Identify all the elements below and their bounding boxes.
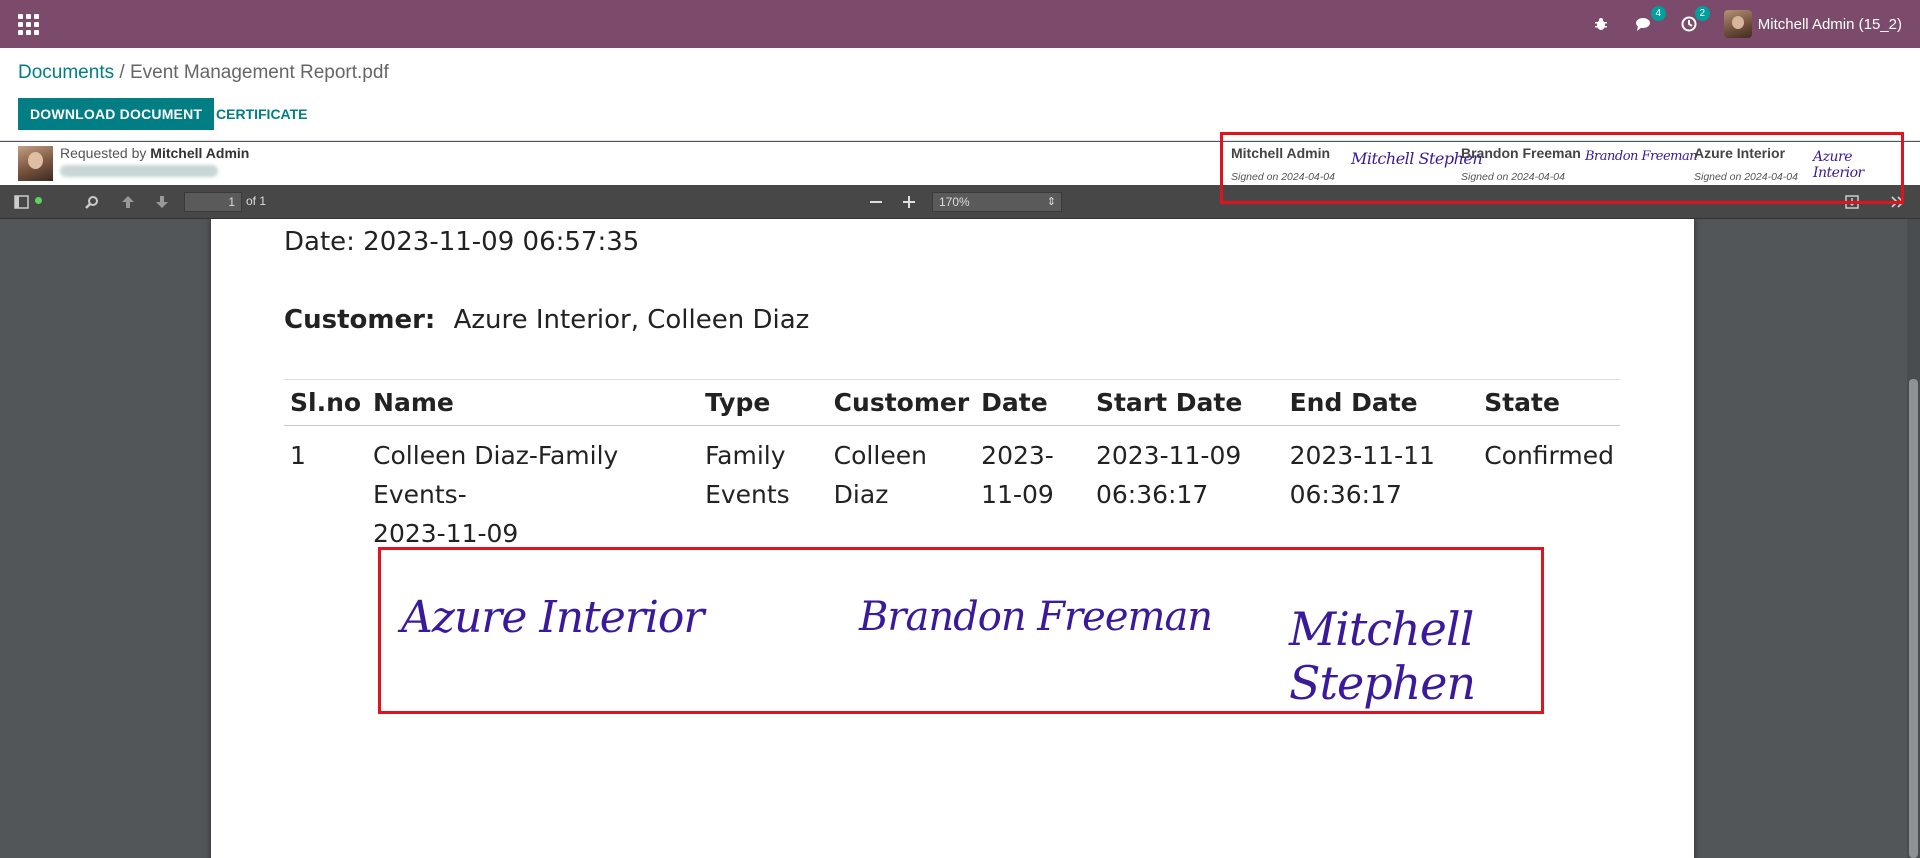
customer-value: Azure Interior, Colleen Diaz — [453, 305, 810, 335]
cell-line: Family — [705, 441, 786, 470]
cell-line: Colleen Diaz-Family Events- — [373, 441, 619, 509]
user-menu[interactable]: Mitchell Admin (15_2) — [1723, 10, 1902, 38]
table-header-row: Sl.no Name Type Customer Date Start Date… — [284, 379, 1620, 426]
signers-highlight-box: Mitchell Admin Signed on 2024-04-04 Mitc… — [1220, 132, 1904, 204]
blurred-email — [60, 165, 218, 177]
column-header: Type — [699, 379, 828, 426]
customer-label: Customer: — [284, 305, 436, 335]
signature-brandon-freeman: Brandon Freeman — [859, 594, 1213, 640]
apps-grid-icon[interactable] — [16, 12, 39, 35]
cell-line: 11-09 — [981, 480, 1054, 509]
bug-icon[interactable] — [1592, 15, 1610, 33]
top-navbar: 4 2 Mitchell Admin (15_2) — [0, 0, 1920, 48]
certificate-button[interactable]: CERTIFICATE — [204, 98, 320, 130]
signer-item: Azure Interior Signed on 2024-04-04 — [1694, 145, 1798, 183]
next-page-icon[interactable] — [152, 192, 172, 212]
pdf-viewer[interactable]: Date: 2023-11-09 06:57:35 Customer: Azur… — [0, 219, 1920, 858]
messages-count-badge: 4 — [1650, 6, 1666, 21]
pdf-page: Date: 2023-11-09 06:57:35 Customer: Azur… — [211, 219, 1694, 858]
table-row: 1 Colleen Diaz-Family Events- 2023-11-09 … — [284, 426, 1620, 562]
cell-end-date: 2023-11-11 06:36:17 — [1284, 426, 1479, 562]
chat-icon[interactable]: 4 — [1636, 6, 1666, 33]
signer-item: Brandon Freeman Signed on 2024-04-04 — [1461, 145, 1581, 183]
cell-start-date: 2023-11-09 06:36:17 — [1090, 426, 1284, 562]
navbar-systray: 4 2 Mitchell Admin (15_2) — [1592, 0, 1902, 48]
activities-count-badge: 2 — [1694, 6, 1710, 21]
cell-customer: Colleen Diaz — [828, 426, 976, 562]
signer-name: Azure Interior — [1694, 145, 1786, 161]
cell-line: Colleen — [833, 441, 927, 470]
notification-dot — [35, 197, 42, 204]
sidebar-toggle-icon[interactable] — [11, 192, 42, 212]
zoom-in-icon[interactable] — [899, 192, 919, 212]
signer-signature: Brandon Freeman — [1585, 149, 1698, 164]
column-header: Start Date — [1089, 379, 1284, 426]
column-header: Name — [367, 379, 700, 426]
cell-type: Family Events — [699, 426, 828, 562]
previous-page-icon[interactable] — [118, 192, 138, 212]
breadcrumb-documents-link[interactable]: Documents — [18, 62, 114, 83]
requester-name: Mitchell Admin — [150, 145, 250, 161]
scrollbar-thumb[interactable] — [1909, 379, 1918, 858]
cell-name: Colleen Diaz-Family Events- 2023-11-09 — [367, 426, 699, 562]
viewer-scrollbar[interactable] — [1907, 219, 1920, 858]
signer-item: Mitchell Admin Signed on 2024-04-04 — [1231, 145, 1335, 183]
search-icon[interactable] — [82, 192, 102, 212]
column-header: End Date — [1283, 379, 1479, 426]
cell-line: 2023-11-11 — [1289, 441, 1435, 470]
signer-date: Signed on 2024-04-04 — [1461, 171, 1565, 183]
page-number-input[interactable]: 1 — [184, 192, 242, 212]
document-date: Date: 2023-11-09 06:57:35 — [284, 227, 640, 257]
requester-avatar — [18, 146, 53, 181]
signature-azure-interior: Azure Interior — [401, 592, 704, 643]
cell-line: 2023-11-09 — [1095, 441, 1242, 470]
signer-date: Signed on 2024-04-04 — [1694, 171, 1798, 183]
signer-date: Signed on 2024-04-04 — [1231, 171, 1335, 183]
cell-line: 2023- — [981, 441, 1054, 470]
signature-mitchell-stephen: Mitchell Stephen — [1289, 602, 1476, 710]
avatar — [1723, 10, 1752, 38]
column-header: State — [1478, 379, 1620, 426]
signer-name: Mitchell Admin — [1231, 145, 1331, 161]
column-header: Customer — [827, 379, 976, 426]
document-customer: Customer: Azure Interior, Colleen Diaz — [284, 305, 809, 335]
page-total: of 1 — [246, 194, 267, 208]
cell-date: 2023- 11-09 — [975, 426, 1090, 562]
signer-signature: Azure Interior — [1813, 149, 1864, 181]
breadcrumb-separator: / — [119, 62, 125, 83]
column-header: Sl.no — [284, 379, 368, 426]
signer-name: Brandon Freeman — [1461, 145, 1581, 161]
clock-icon[interactable]: 2 — [1680, 6, 1710, 33]
cell-line: 06:36:17 — [1289, 480, 1402, 509]
cell-line: Events — [705, 480, 790, 509]
column-header: Date — [975, 379, 1090, 426]
events-table: Sl.no Name Type Customer Date Start Date… — [284, 379, 1620, 561]
zoom-select[interactable]: 170% — [932, 192, 1062, 212]
signatures-highlight-box: Azure Interior Brandon Freeman Mitchell … — [378, 547, 1544, 714]
requested-by-text: Requested by Mitchell Admin — [60, 145, 249, 161]
cell-state: Confirmed — [1484, 441, 1614, 470]
requested-by-label: Requested by — [60, 145, 147, 161]
cell-line: 06:36:17 — [1095, 480, 1209, 509]
breadcrumb-current: Event Management Report.pdf — [129, 62, 389, 83]
breadcrumb: Documents / Event Management Report.pdf — [18, 62, 389, 84]
control-panel: Documents / Event Management Report.pdf … — [0, 48, 1920, 141]
cell-slno: 1 — [290, 441, 306, 470]
user-name: Mitchell Admin (15_2) — [1757, 15, 1902, 33]
zoom-out-icon[interactable] — [866, 192, 886, 212]
cell-line: Diaz — [833, 480, 889, 509]
download-document-button[interactable]: DOWNLOAD DOCUMENT — [18, 98, 215, 130]
